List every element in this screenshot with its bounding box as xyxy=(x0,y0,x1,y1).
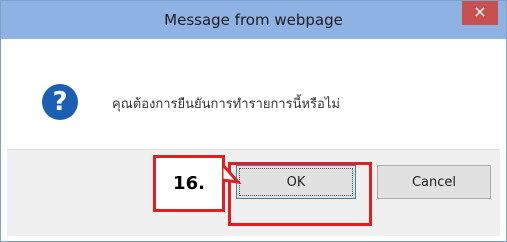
dialog-title: Message from webpage xyxy=(164,11,343,29)
step-callout: 16. xyxy=(153,155,225,212)
cancel-button[interactable]: Cancel xyxy=(377,165,491,199)
highlight-box xyxy=(228,162,372,226)
title-bar: Message from webpage × xyxy=(1,1,506,39)
question-icon: ? xyxy=(42,84,78,120)
dialog-body: ? คุณต้องการยืนยันการทำรายการนี้หรือไม่ xyxy=(7,39,500,149)
close-icon[interactable]: × xyxy=(462,1,498,25)
callout-pointer-icon xyxy=(222,162,242,184)
dialog-message: คุณต้องการยืนยันการทำรายการนี้หรือไม่ xyxy=(112,97,340,112)
